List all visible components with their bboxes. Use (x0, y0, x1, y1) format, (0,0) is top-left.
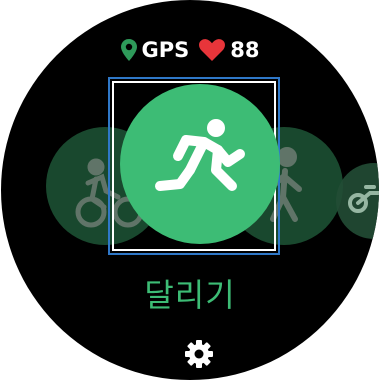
heart-rate-value: 88 (230, 38, 260, 62)
heart-rate-status: 88 (199, 38, 260, 62)
gear-icon (185, 340, 213, 368)
location-pin-icon (120, 39, 137, 61)
status-bar: GPS 88 (1, 38, 379, 62)
activity-label: 달리기 (144, 276, 236, 314)
settings-button[interactable] (182, 337, 216, 371)
gps-label: GPS (141, 38, 190, 62)
heart-icon (199, 39, 226, 61)
gps-status: GPS (120, 38, 190, 62)
indoor-cycling-tile[interactable] (336, 163, 379, 239)
watch-face: GPS 88 달리기 (1, 0, 379, 380)
running-icon (155, 119, 245, 191)
running-tile[interactable] (120, 84, 280, 244)
indoor-cycling-icon (348, 185, 379, 213)
